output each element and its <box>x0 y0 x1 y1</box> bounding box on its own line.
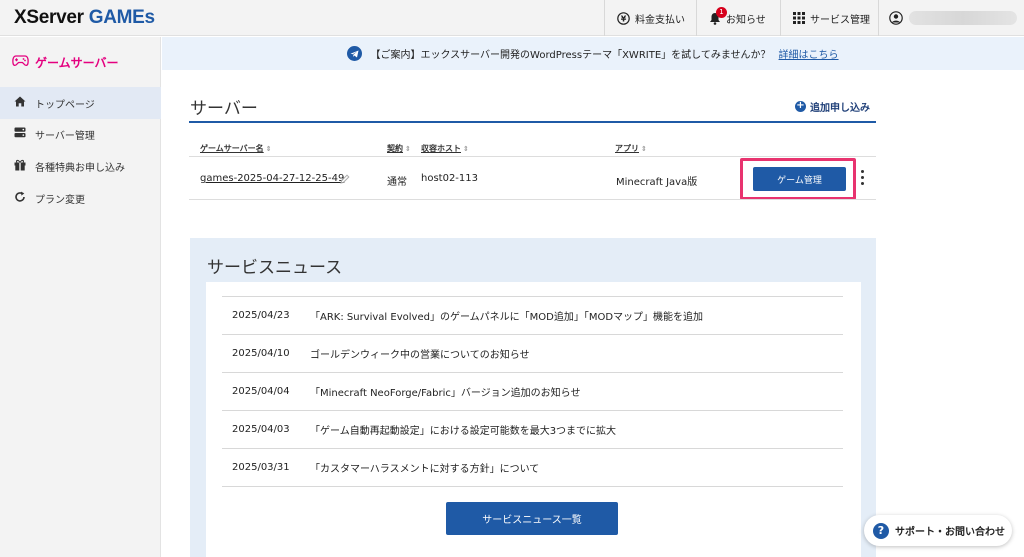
news-text: ゴールデンウィーク中の営業についてのお知らせ <box>310 350 530 361</box>
news-item[interactable]: 2025/03/31 「カスタマーハラスメントに対する方針」について <box>222 449 843 487</box>
sidebar-item-label: 各種特典お申し込み <box>35 162 125 174</box>
add-server-label: 追加申し込み <box>810 103 870 114</box>
column-header-contract[interactable]: 契約 ⇕ <box>387 143 411 154</box>
news-date: 2025/04/23 <box>232 310 290 321</box>
sidebar-item-plan-change[interactable]: プラン変更 <box>0 182 161 214</box>
notices-button[interactable]: 1 お知らせ <box>696 0 780 36</box>
sidebar-item-benefits[interactable]: 各種特典お申し込み <box>0 150 161 182</box>
news-item[interactable]: 2025/04/23 「ARK: Survival Evolved」のゲームパネ… <box>222 297 843 335</box>
news-text: 「Minecraft NeoForge/Fabric」バージョン追加のお知らせ <box>310 388 581 399</box>
news-text: 「ARK: Survival Evolved」のゲームパネルに「MOD追加」「M… <box>310 312 704 323</box>
table-header-divider <box>189 156 876 157</box>
gamepad-icon <box>12 55 29 70</box>
plus-circle-icon: + <box>795 100 806 112</box>
yen-icon: ¥ <box>617 11 630 25</box>
sort-icon: ⇕ <box>405 145 411 153</box>
column-header-server-name[interactable]: ゲームサーバー名 ⇕ <box>200 143 272 154</box>
service-news-panel: サービスニュース 2025/04/23 「ARK: Survival Evolv… <box>190 238 876 557</box>
news-text: 「カスタマーハラスメントに対する方針」について <box>310 464 540 475</box>
sort-icon: ⇕ <box>463 145 469 153</box>
game-management-button[interactable]: ゲーム管理 <box>753 167 846 191</box>
paper-plane-icon <box>347 46 363 61</box>
refresh-icon <box>14 191 26 206</box>
sidebar-item-label: サーバー管理 <box>35 130 95 142</box>
news-list-container: 2025/04/23 「ARK: Survival Evolved」のゲームパネ… <box>206 282 861 557</box>
announcement-bar: 【ご案内】エックスサーバー開発のWordPressテーマ「XWRITE」を試して… <box>162 37 1024 70</box>
billing-label: 料金支払い <box>635 14 685 26</box>
bell-icon: 1 <box>709 6 727 25</box>
news-item[interactable]: 2025/04/04 「Minecraft NeoForge/Fabric」バー… <box>222 373 843 411</box>
news-list-button[interactable]: サービスニュース一覧 <box>446 502 618 535</box>
sidebar-item-top-page[interactable]: トップページ <box>0 87 161 119</box>
question-icon: ? <box>873 522 889 539</box>
column-header-app[interactable]: アプリ ⇕ <box>615 143 647 154</box>
server-name-link[interactable]: games-2025-04-27-12-25-49 <box>200 173 344 184</box>
service-management-label: サービス管理 <box>810 14 870 26</box>
svg-text:¥: ¥ <box>621 14 627 23</box>
sidebar-item-label: トップページ <box>35 99 95 111</box>
sort-icon: ⇕ <box>265 145 272 153</box>
sort-icon: ⇕ <box>641 145 647 153</box>
news-item[interactable]: 2025/04/03 「ゲーム自動再起動設定」における設定可能数を最大3つまでに… <box>222 411 843 449</box>
sidebar-item-server-management[interactable]: サーバー管理 <box>0 118 161 150</box>
news-title: サービスニュース <box>207 258 343 278</box>
announcement-details-link[interactable]: 詳細はこちら <box>779 46 839 61</box>
news-date: 2025/04/10 <box>232 348 290 359</box>
brand-label: ゲームサーバー <box>35 56 119 70</box>
pencil-icon[interactable] <box>340 174 350 187</box>
announcement-text: 【ご案内】エックスサーバー開発のWordPressテーマ「XWRITE」を試して… <box>370 50 771 61</box>
news-date: 2025/04/03 <box>232 424 290 435</box>
sidebar: ゲームサーバー トップページ サーバー管理 各種特典お申し込み プラン変更 <box>0 37 161 557</box>
add-server-link[interactable]: + 追加申し込み <box>795 99 870 114</box>
billing-button[interactable]: ¥ 料金支払い <box>604 0 696 36</box>
gift-icon <box>14 159 26 174</box>
game-server-brand[interactable]: ゲームサーバー <box>12 54 119 71</box>
server-icon <box>14 127 26 141</box>
top-header: XServer GAMEs ¥ 料金支払い 1 お知らせ サービス管理 <box>0 0 1024 36</box>
user-name-redacted <box>909 11 1017 25</box>
app-cell: Minecraft Java版 <box>616 177 698 188</box>
support-label: サポート・お問い合わせ <box>895 527 1005 538</box>
sidebar-item-label: プラン変更 <box>35 194 85 206</box>
news-text: 「ゲーム自動再起動設定」における設定可能数を最大3つまでに拡大 <box>310 426 617 437</box>
contract-cell: 通常 <box>387 177 407 188</box>
host-cell: host02-113 <box>421 173 479 184</box>
xserver-games-logo[interactable]: XServer GAMEs <box>14 7 155 29</box>
user-icon <box>889 11 903 25</box>
section-divider <box>189 121 876 123</box>
servers-title: サーバー <box>190 99 258 119</box>
notice-count-badge: 1 <box>716 6 727 18</box>
notices-label: お知らせ <box>726 14 766 26</box>
table-row-divider <box>189 199 876 200</box>
service-management-button[interactable]: サービス管理 <box>780 0 878 36</box>
support-contact-button[interactable]: ? サポート・お問い合わせ <box>864 515 1012 546</box>
news-date: 2025/04/04 <box>232 386 290 397</box>
grid-icon <box>793 12 805 24</box>
game-management-highlight: ゲーム管理 <box>740 158 856 200</box>
news-item[interactable]: 2025/04/10 ゴールデンウィーク中の営業についてのお知らせ <box>222 335 843 373</box>
user-menu[interactable] <box>878 0 1024 36</box>
more-options-icon[interactable] <box>861 170 865 185</box>
column-header-host[interactable]: 収容ホスト ⇕ <box>421 143 469 154</box>
news-date: 2025/03/31 <box>232 462 290 473</box>
home-icon <box>14 96 26 110</box>
